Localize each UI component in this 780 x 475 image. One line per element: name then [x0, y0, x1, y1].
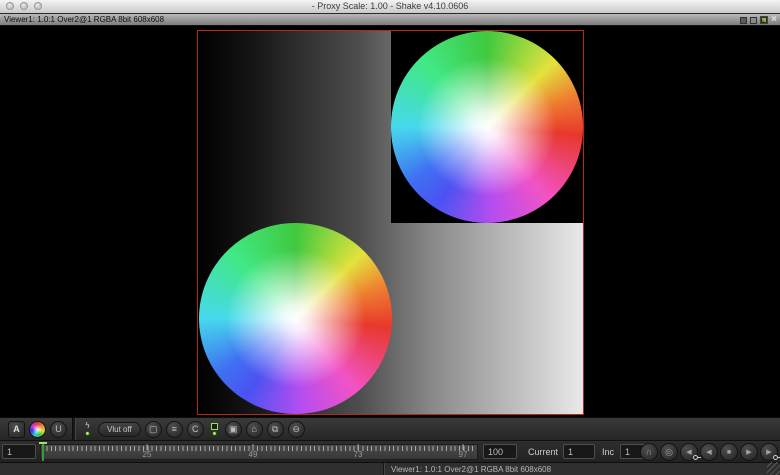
roi-led-icon — [212, 431, 217, 436]
broadcast-monitor-button[interactable]: ⊖ — [288, 421, 305, 438]
compare-button[interactable]: C — [187, 421, 204, 438]
color-wheel-top-right — [391, 31, 584, 223]
inc-label: Inc — [602, 447, 614, 457]
toolbar-group-left: A U — [3, 418, 72, 440]
split-view-icon: ≡ — [172, 425, 177, 434]
viewer-close-icon[interactable]: × — [771, 15, 777, 25]
loop-mode-icon: ∩ — [646, 448, 652, 457]
end-frame-input[interactable]: 100 — [483, 444, 517, 459]
tick-label: 73 — [354, 451, 363, 459]
viewer-header[interactable]: Viewer1: 1.0:1 Over2@1 RGBA 8bit 608x608… — [0, 13, 780, 26]
frame-icon: ▢ — [149, 425, 158, 434]
transport-controls: ∩ ◎ ◀ ◀ ■ ▶ ▶ — [640, 443, 778, 461]
viewer-header-icons: × — [740, 15, 777, 25]
next-keyframe-icon: ▶ — [766, 449, 771, 456]
update-mode-toggle[interactable]: ϟ — [81, 422, 94, 436]
current-label: Current — [528, 447, 558, 457]
black-plate-top-right — [391, 31, 584, 223]
zoom-reset-button[interactable]: ▣ — [225, 421, 242, 438]
update-led-icon — [85, 431, 90, 436]
tick-label: 49 — [249, 451, 258, 459]
prev-keyframe-button[interactable]: ◀ — [680, 443, 698, 461]
update-button[interactable]: U — [50, 421, 67, 438]
stop-button[interactable]: ■ — [720, 443, 738, 461]
timeline-ruler[interactable]: 25 49 73 97 — [40, 444, 478, 460]
composite-image — [197, 30, 584, 415]
flipbook-icon: ⧉ — [272, 425, 278, 434]
zoom-box-icon: ▣ — [229, 425, 238, 434]
viewer-channel-leds-icon[interactable] — [760, 16, 768, 24]
playhead-stem-icon — [42, 444, 44, 461]
tick-label: 97 — [459, 451, 468, 459]
frame-fit-button[interactable]: ▢ — [145, 421, 162, 438]
play-forward-button[interactable]: ▶ — [740, 443, 758, 461]
lightning-icon: ϟ — [85, 422, 89, 430]
resize-grip-icon[interactable] — [767, 462, 780, 475]
key-icon — [693, 455, 698, 460]
play-backward-button[interactable]: ◀ — [700, 443, 718, 461]
current-frame-input[interactable]: 1 — [563, 444, 595, 459]
toolbar-group-main: ϟ Vlut off ▢ ≡ C ▣ ⌂ ⧉ — [76, 418, 310, 440]
roi-toggle[interactable] — [208, 423, 221, 436]
status-bar: Viewer1: 1.0:1 Over2@1 RGBA 8bit 608x608 — [0, 462, 780, 475]
split-view-button[interactable]: ≡ — [166, 421, 183, 438]
flipbook-button[interactable]: ⧉ — [267, 421, 284, 438]
window-titlebar[interactable]: - Proxy Scale: 1.00 - Shake v4.10.0606 — [0, 0, 780, 14]
play-forward-icon: ▶ — [746, 449, 751, 456]
monitor-icon: ⊖ — [292, 425, 300, 434]
loop-mode-button[interactable]: ∩ — [640, 443, 658, 461]
stop-icon: ■ — [727, 449, 731, 456]
timeline-ticks — [42, 446, 476, 451]
tick-label: 25 — [143, 451, 152, 459]
roi-icon — [211, 423, 218, 430]
play-backward-icon: ◀ — [706, 449, 711, 456]
channel-select-button[interactable]: A — [8, 421, 25, 438]
viewer-detach-icon[interactable] — [740, 17, 747, 24]
viewer-lookup-button[interactable]: ⌂ — [246, 421, 263, 438]
status-text: Viewer1: 1.0:1 Over2@1 RGBA 8bit 608x608 — [391, 465, 551, 474]
next-keyframe-button[interactable]: ▶ — [760, 443, 778, 461]
shake-window: - Proxy Scale: 1.00 - Shake v4.10.0606 V… — [0, 0, 780, 475]
color-wheel-bottom-left — [199, 223, 392, 415]
viewer-toolbar: A U ϟ Vlut off ▢ ≡ C ▣ — [0, 417, 780, 440]
window-title: - Proxy Scale: 1.00 - Shake v4.10.0606 — [0, 1, 780, 11]
viewer-canvas[interactable] — [0, 26, 780, 417]
color-wheel-button[interactable] — [29, 421, 46, 438]
status-divider — [383, 463, 385, 475]
key-icon — [773, 455, 778, 460]
viewer-header-label: Viewer1: 1.0:1 Over2@1 RGBA 8bit 608x608 — [4, 15, 164, 24]
vlut-button[interactable]: Vlut off — [98, 422, 141, 437]
realtime-icon: ◎ — [665, 448, 673, 457]
time-bar: 1 25 49 73 97 100 Current 1 Inc 1 ∩ ◎ ◀ — [0, 440, 780, 462]
lookup-icon: ⌂ — [252, 425, 257, 434]
frame-input[interactable]: 1 — [2, 444, 36, 459]
prev-keyframe-icon: ◀ — [686, 449, 691, 456]
viewer-resize-icon[interactable] — [750, 17, 757, 24]
realtime-play-button[interactable]: ◎ — [660, 443, 678, 461]
playhead[interactable] — [39, 442, 47, 462]
